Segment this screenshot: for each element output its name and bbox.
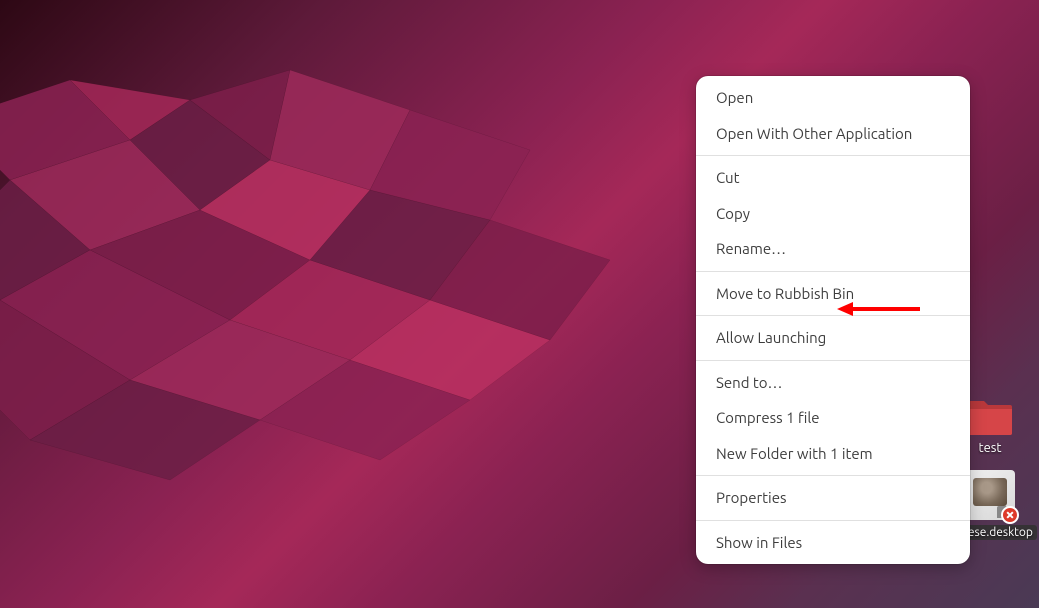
menu-separator [696, 271, 970, 272]
menu-item-compress[interactable]: Compress 1 file [696, 400, 970, 436]
menu-item-cut[interactable]: Cut [696, 160, 970, 196]
menu-separator [696, 475, 970, 476]
menu-item-rename[interactable]: Rename… [696, 231, 970, 267]
menu-separator [696, 315, 970, 316]
menu-item-send-to[interactable]: Send to… [696, 365, 970, 401]
desktop-file-thumbnail [965, 470, 1015, 520]
menu-item-copy[interactable]: Copy [696, 196, 970, 232]
folder-label: test [978, 441, 1001, 455]
menu-item-show-in-files[interactable]: Show in Files [696, 525, 970, 561]
menu-item-new-folder[interactable]: New Folder with 1 item [696, 436, 970, 472]
menu-item-open-with[interactable]: Open With Other Application [696, 116, 970, 152]
menu-item-allow-launching[interactable]: Allow Launching [696, 320, 970, 356]
menu-item-properties[interactable]: Properties [696, 480, 970, 516]
folder-icon [966, 395, 1014, 437]
menu-separator [696, 520, 970, 521]
context-menu: Open Open With Other Application Cut Cop… [696, 76, 970, 564]
menu-item-move-trash[interactable]: Move to Rubbish Bin [696, 276, 970, 312]
menu-separator [696, 155, 970, 156]
menu-item-open[interactable]: Open [696, 80, 970, 116]
menu-separator [696, 360, 970, 361]
error-badge-icon [1001, 506, 1019, 524]
